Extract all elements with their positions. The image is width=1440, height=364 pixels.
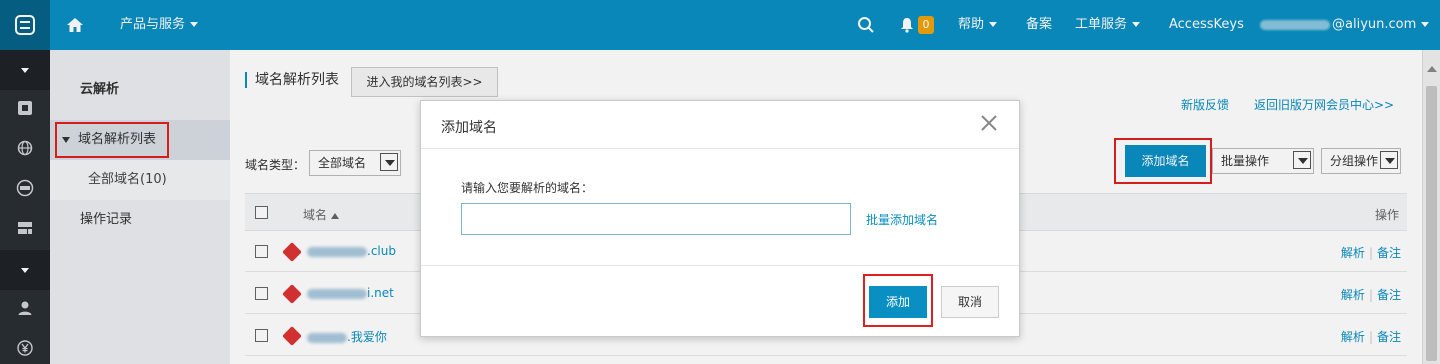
batch-add-domain-link[interactable]: 批量添加域名 [866,211,938,228]
domain-input[interactable] [461,203,851,235]
close-icon[interactable] [979,113,999,133]
dialog-title: 添加域名 [441,120,497,136]
dialog-footer: 添加 取消 [421,265,1019,337]
highlight-box [863,274,933,327]
cancel-button[interactable]: 取消 [941,286,999,318]
add-domain-dialog: 添加域名 请输入您要解析的域名： 批量添加域名 添加 取消 [420,100,1020,337]
domain-input-label: 请输入您要解析的域名： [461,181,594,195]
dialog-header: 添加域名 [421,101,1019,149]
